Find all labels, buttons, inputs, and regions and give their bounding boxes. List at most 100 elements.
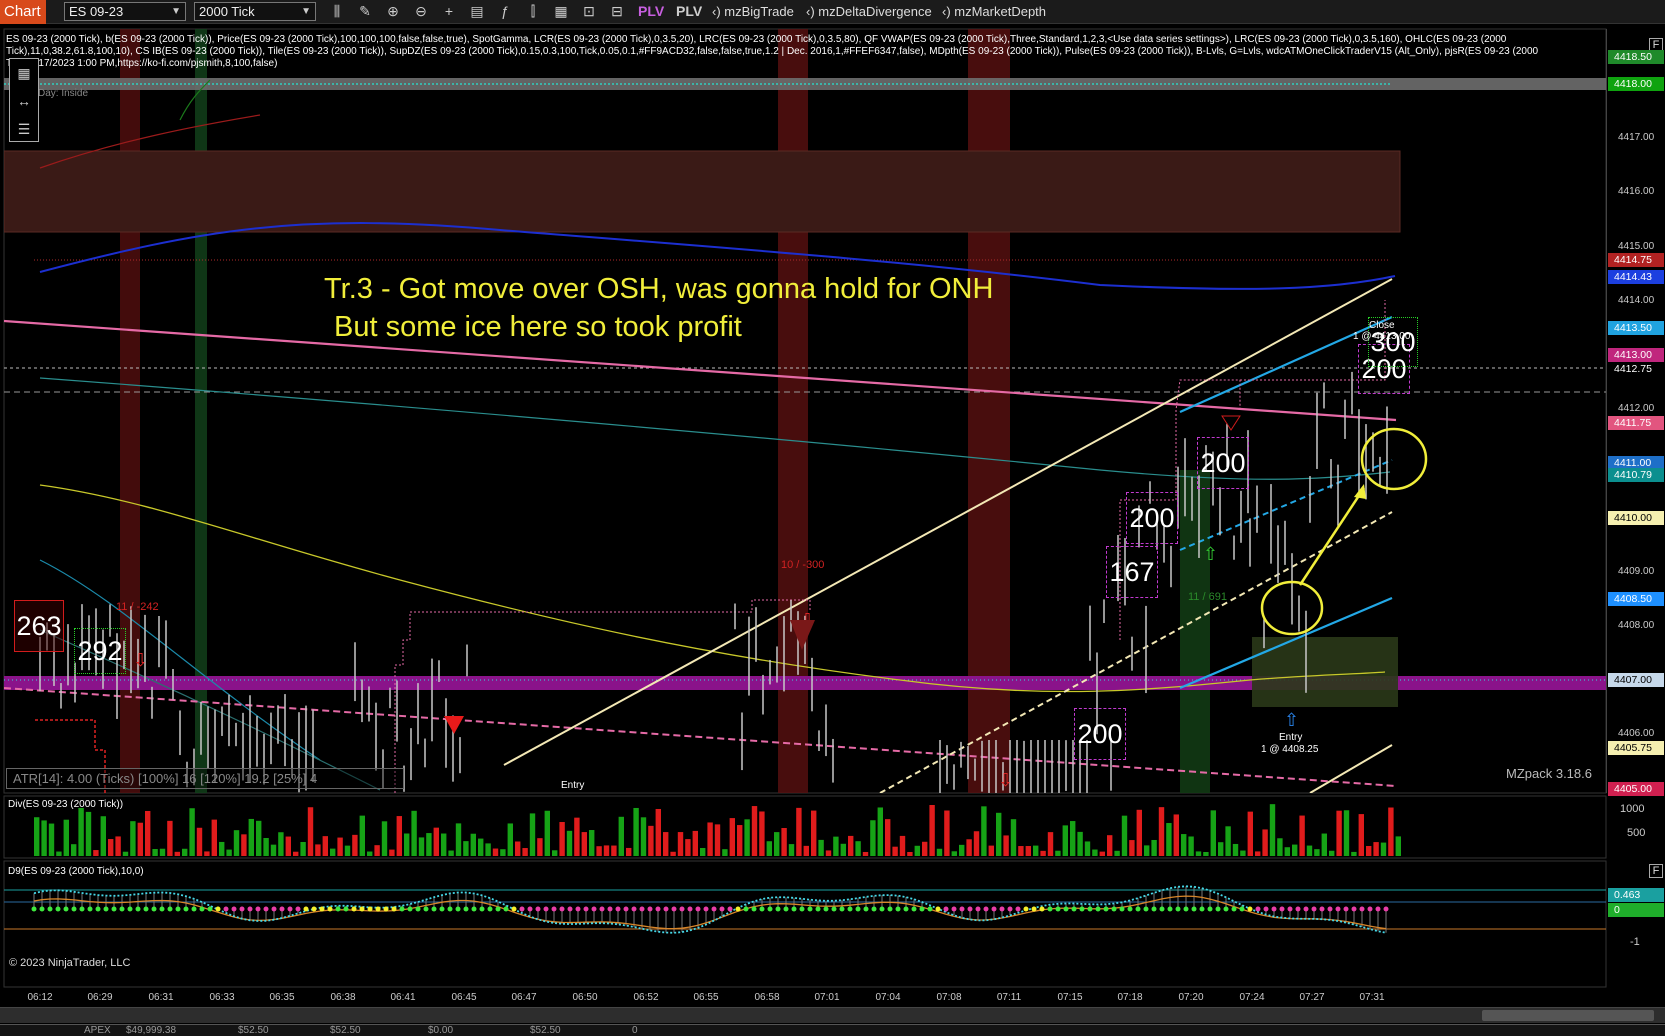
d9-dot xyxy=(1319,906,1325,912)
d9-dot xyxy=(1031,906,1037,912)
d9-dot xyxy=(1287,906,1293,912)
div-bar xyxy=(359,815,365,856)
div-bar xyxy=(544,810,550,856)
d9-dot xyxy=(847,906,853,912)
d9-dot xyxy=(783,906,789,912)
time-tick-label: 06:29 xyxy=(87,992,113,1003)
div-bar xyxy=(981,806,987,856)
time-tick-label: 07:18 xyxy=(1117,992,1143,1003)
d9-dot xyxy=(695,906,701,912)
d9-dot xyxy=(55,906,61,912)
time-tick-label: 06:45 xyxy=(451,992,477,1003)
d9-dot xyxy=(567,906,573,912)
d9-dot xyxy=(1367,906,1373,912)
time-tick-label: 07:31 xyxy=(1359,992,1385,1003)
d9-dot xyxy=(655,906,661,912)
d9-dot xyxy=(463,906,469,912)
price-tick-label: 4414.00 xyxy=(1618,294,1655,306)
div-bar xyxy=(108,839,114,856)
price-chart-canvas[interactable]: ⇩ ⇩ ⇩ ⇧ ⇧ xyxy=(0,0,1665,1036)
d9-dot xyxy=(863,906,869,912)
div-bar xyxy=(1151,839,1157,856)
horizontal-scrollbar[interactable] xyxy=(0,1007,1665,1023)
divergence-marker-icon xyxy=(1221,415,1241,431)
tile-167: 167 xyxy=(1106,546,1158,598)
price-tag: 4405.00 xyxy=(1608,781,1664,796)
price-tick-label: 4415.00 xyxy=(1618,240,1655,252)
d9-dot xyxy=(1183,906,1189,912)
d9-dot xyxy=(1279,906,1285,912)
d9-histogram xyxy=(33,886,1387,933)
d9-dot xyxy=(231,906,237,912)
div-bar xyxy=(381,821,388,856)
div-bar xyxy=(159,848,166,856)
supply-zone xyxy=(4,150,1401,233)
div-bar xyxy=(337,837,343,856)
d9-dot xyxy=(71,906,77,912)
expand-horizontal-icon[interactable]: ↔ xyxy=(10,87,38,115)
account-cell: $52.50 xyxy=(238,1025,269,1036)
price-tag: 4418.50 xyxy=(1608,49,1664,64)
d9-dot xyxy=(1055,906,1061,912)
d9-dot xyxy=(63,906,69,912)
account-cell: $49,999.38 xyxy=(126,1025,177,1036)
f-button-d9[interactable]: F xyxy=(1649,864,1663,878)
d9-dot xyxy=(399,906,405,912)
div-bar xyxy=(196,827,203,856)
d9-dot xyxy=(351,906,357,912)
div-bar xyxy=(1166,823,1172,856)
div-bar xyxy=(640,817,647,856)
div-bar xyxy=(507,823,513,856)
div-bar xyxy=(1262,829,1268,856)
div-bar xyxy=(71,844,77,856)
div-bar xyxy=(404,833,410,856)
div-bar xyxy=(152,849,158,856)
d9-dot xyxy=(743,906,749,912)
grid-icon[interactable]: ▦ xyxy=(10,59,38,87)
d9-dot xyxy=(223,906,229,912)
d9-dot xyxy=(375,906,381,912)
div-bar xyxy=(892,846,898,856)
div-bar xyxy=(300,841,306,856)
div-bar xyxy=(944,810,950,856)
div-bar xyxy=(278,832,284,856)
d9-dot xyxy=(895,906,901,912)
div-bar xyxy=(1321,833,1327,856)
div-bar xyxy=(130,821,136,856)
div-bar xyxy=(1306,845,1313,856)
div-bar xyxy=(1188,836,1194,856)
time-tick-label: 06:38 xyxy=(330,992,356,1003)
entry-label-left: Entry xyxy=(561,780,585,791)
div-bar xyxy=(233,830,240,856)
div-bar xyxy=(426,833,432,856)
account-cell: $0.00 xyxy=(428,1025,454,1036)
tile-200-c: 200 xyxy=(1074,708,1126,760)
div-bar xyxy=(766,841,772,856)
div-bar xyxy=(781,828,787,856)
d9-dot xyxy=(719,906,725,912)
d9-dot xyxy=(543,906,549,912)
delta-label: 11 / 691 xyxy=(1188,591,1227,603)
div-bar xyxy=(700,847,706,856)
scrollbar-thumb[interactable] xyxy=(1482,1010,1654,1021)
div-bar xyxy=(729,818,735,856)
d9-dot xyxy=(599,906,605,912)
div-bar xyxy=(241,834,247,856)
d9-dot xyxy=(975,906,981,912)
div-bar xyxy=(1099,851,1105,856)
price-tag: 4407.00 xyxy=(1608,673,1664,688)
div-bar xyxy=(973,831,980,856)
div-bar xyxy=(855,841,861,856)
d9-dot xyxy=(527,906,533,912)
d9-dot xyxy=(1271,906,1277,912)
time-tick-label: 07:20 xyxy=(1178,992,1204,1003)
div-bar xyxy=(1269,804,1276,856)
div-bar xyxy=(1062,825,1068,856)
div-bar xyxy=(626,847,632,856)
div-bar xyxy=(367,851,373,856)
close-detail: 1 @ 4413.00 xyxy=(1353,331,1411,342)
d9-dot xyxy=(1255,906,1261,912)
atr-readout: ATR[14]: 4.00 (Ticks) [100%] 16 [120%] 1… xyxy=(6,768,404,789)
d9-dot xyxy=(343,906,349,912)
menu-icon[interactable]: ☰ xyxy=(10,115,38,143)
